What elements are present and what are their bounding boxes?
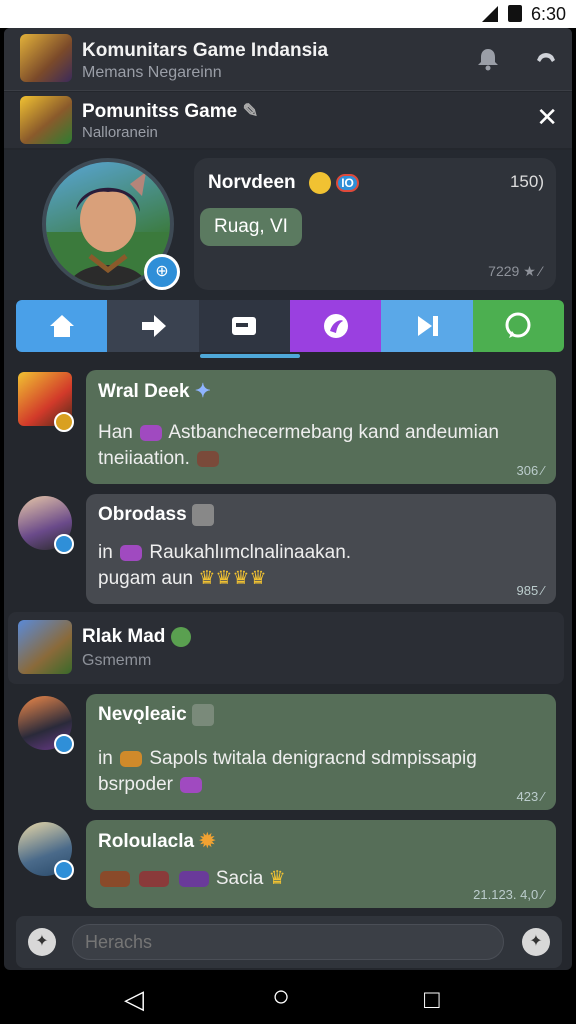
play-icon	[417, 316, 438, 336]
verified-badge-icon	[54, 860, 74, 880]
eggplant-emoji-icon	[178, 870, 209, 887]
rank-badge-icon	[192, 704, 215, 726]
profile-info-card: Norvdeen IO 150) Ruag, VI 7229 ★ ⁄	[194, 158, 556, 290]
sub-subtitle: Nalloranein	[82, 124, 158, 141]
meat-emoji-icon	[197, 450, 220, 467]
gem-icon: ✦	[194, 381, 211, 402]
close-button[interactable]: ✕	[536, 102, 558, 133]
meat-emoji-icon	[139, 870, 170, 887]
discord-icon	[323, 314, 348, 338]
meat-emoji-icon	[100, 870, 130, 887]
app-window: Komunitars Game Indansia Memans Negarein…	[4, 28, 572, 970]
member-sub: Gsmemm	[82, 652, 152, 669]
sub-title: Pomunitss Game ✎	[82, 101, 259, 122]
message-input[interactable]	[72, 924, 504, 960]
message-text: Han Astbanchecermebang kand andeumian tn…	[98, 422, 499, 469]
message-item: Nevǫleaic in Sapols twitala denigracnd s…	[4, 692, 572, 812]
nav-forward[interactable]	[107, 300, 199, 352]
leaf-icon: ⁄	[541, 887, 544, 902]
message-time: 423 ⁄	[516, 789, 545, 804]
message-bubble[interactable]: Roloulacla ✹ Sacia ♛ 21.123. 4,0 ⁄	[86, 820, 556, 908]
message-author: Obrodass	[98, 504, 214, 526]
stack-emoji-icon	[180, 776, 203, 793]
message-bubble[interactable]: Nevǫleaic in Sapols twitala denigracnd s…	[86, 694, 556, 810]
profile-footer: 7229 ★ ⁄	[488, 263, 542, 279]
message-author: Wral Deek ✦	[98, 381, 211, 402]
nav-play[interactable]	[381, 300, 473, 352]
status-time: 6:30	[530, 4, 566, 24]
message-time: 306 ⁄	[516, 463, 545, 478]
id-badge-icon: IO	[336, 174, 359, 192]
message-item: Wral Deek ✦ Han Astbanchecermebang kand …	[4, 368, 572, 488]
verified-badge-icon	[54, 734, 74, 754]
stack-emoji-icon	[140, 424, 163, 441]
home-icon	[49, 315, 74, 337]
recents-button[interactable]: □	[424, 984, 440, 1015]
leaf-icon: ⁄	[541, 583, 544, 598]
leaf-icon: ⁄	[541, 463, 544, 478]
sub-header: Pomunitss Game ✎ Nalloranein ✕	[4, 92, 572, 148]
arrow-icon	[141, 315, 166, 337]
message-text: Sacia ♛	[98, 866, 286, 892]
leaf-icon: ⁄	[539, 263, 542, 279]
send-button[interactable]: ✦	[522, 928, 550, 956]
stack-emoji-icon	[120, 544, 143, 561]
notification-bell-icon[interactable]	[474, 46, 502, 74]
leaf-badge-icon	[170, 626, 191, 647]
message-author: Nevǫleaic	[98, 704, 215, 726]
whatsapp-icon	[505, 312, 531, 338]
crown-icon	[308, 172, 331, 194]
sun-icon: ✹	[199, 831, 216, 852]
android-nav-bar: ◁ ○ □	[0, 970, 576, 1024]
star-icon: ★	[523, 263, 536, 279]
crown-emoji-icon: ♛♛♛♛	[198, 568, 267, 589]
back-button[interactable]: ◁	[124, 984, 144, 1015]
message-bubble[interactable]: Obrodass in Raukahlımclnalinaakan. pugam…	[86, 494, 556, 604]
crown-emoji-icon: ♛	[268, 868, 286, 889]
battery-icon	[508, 5, 522, 22]
rank-badge-icon	[191, 504, 214, 526]
group-avatar[interactable]	[20, 34, 72, 82]
message-time: 21.123. 4,0 ⁄	[473, 887, 544, 902]
profile-status-pill[interactable]: Ruag, VI	[200, 208, 302, 246]
chat-icon	[232, 317, 257, 335]
top-bar: Komunitars Game Indansia Memans Negarein…	[4, 28, 572, 91]
message-bubble[interactable]: Wral Deek ✦ Han Astbanchecermebang kand …	[86, 370, 556, 484]
leaf-icon: ⁄	[541, 789, 544, 804]
message-text: in Sapols twitala denigracnd sdmpissapig…	[98, 748, 477, 795]
sub-avatar[interactable]	[20, 96, 72, 144]
pen-icon: ✎	[242, 101, 259, 122]
group-subtitle: Memans Negareinn	[82, 64, 222, 81]
status-bar: 6:30	[0, 0, 576, 28]
call-icon[interactable]	[532, 46, 560, 74]
message-time: 985 ⁄	[516, 583, 545, 598]
camera-add-badge[interactable]: ⊕	[144, 254, 180, 290]
verified-badge-icon	[54, 412, 74, 432]
message-author: Roloulacla ✹	[98, 831, 216, 852]
message-composer: ✦ ✦	[16, 916, 562, 968]
app-nav-bar	[16, 300, 564, 352]
message-item: Roloulacla ✹ Sacia ♛ 21.123. 4,0 ⁄	[4, 818, 572, 910]
nav-chat[interactable]	[198, 300, 290, 352]
nav-discord[interactable]	[289, 300, 382, 352]
message-text: in Raukahlımclnalinaakan. pugam aun ♛♛♛♛	[98, 542, 352, 589]
profile-section: ⊕ Norvdeen IO 150) Ruag, VI 7229 ★ ⁄	[4, 150, 572, 300]
nav-active-indicator	[200, 354, 300, 358]
message-item: Obrodass in Raukahlımclnalinaakan. pugam…	[4, 492, 572, 608]
profile-name: Norvdeen IO	[208, 172, 359, 194]
member-avatar[interactable]	[18, 620, 72, 674]
chest-emoji-icon	[120, 750, 143, 767]
group-title: Komunitars Game Indansia	[82, 40, 329, 61]
home-button[interactable]: ○	[272, 980, 290, 1014]
member-name: Rlak Mad	[82, 626, 191, 648]
member-item[interactable]: Rlak Mad Gsmemm	[4, 612, 572, 684]
verified-badge-icon	[54, 534, 74, 554]
nav-whatsapp[interactable]	[472, 300, 564, 352]
emoji-button[interactable]: ✦	[28, 928, 56, 956]
member-row-bg	[8, 612, 564, 684]
profile-count: 150)	[509, 172, 544, 191]
nav-home[interactable]	[16, 300, 108, 352]
signal-icon	[482, 6, 498, 22]
